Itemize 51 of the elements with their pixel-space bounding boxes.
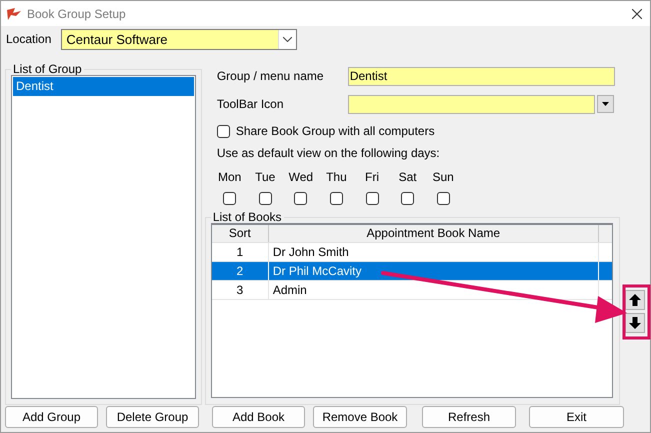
- arrow-up-icon: [629, 294, 642, 306]
- default-view-label: Use as default view on the following days:: [216, 146, 441, 162]
- app-logo-icon: [7, 8, 21, 20]
- day-label: Wed: [288, 170, 314, 184]
- day-checkbox[interactable]: [294, 192, 308, 205]
- day-checkbox[interactable]: [366, 192, 378, 205]
- action-button[interactable]: Remove Book: [313, 406, 407, 428]
- day-label: Fri: [365, 170, 379, 184]
- book-row[interactable]: 3 Admin: [212, 281, 612, 300]
- toolbar-icon-label: ToolBar Icon: [216, 97, 285, 111]
- sort-cell: 2: [212, 262, 269, 280]
- action-button[interactable]: Delete Group: [106, 406, 199, 428]
- day-checkbox[interactable]: [436, 192, 450, 205]
- day-checkbox[interactable]: [258, 192, 272, 205]
- group-list-title: List of Group: [12, 63, 83, 75]
- location-label: Location: [6, 32, 52, 46]
- book-row[interactable]: 1 Dr John Smith: [212, 243, 612, 262]
- day-label: Sat: [398, 170, 417, 184]
- day-checkbox[interactable]: [401, 192, 414, 205]
- window-title: Book Group Setup: [27, 6, 127, 20]
- move-down-button[interactable]: [625, 313, 646, 333]
- day-label: Sun: [432, 170, 454, 184]
- action-button[interactable]: Refresh: [422, 406, 516, 428]
- toolbar-icon-field[interactable]: [348, 94, 595, 114]
- day-label: Tue: [255, 170, 276, 184]
- highlight-frame: [622, 284, 650, 340]
- group-name-field[interactable]: Dentist: [348, 66, 615, 86]
- group-item[interactable]: Dentist: [13, 77, 194, 96]
- dropdown-button[interactable]: [596, 95, 614, 113]
- triangle-down-icon: [602, 102, 609, 106]
- close-icon[interactable]: [632, 8, 642, 18]
- share-label: Share Book Group with all computers: [236, 124, 435, 138]
- sort-cell: 1: [212, 243, 269, 261]
- share-checkbox[interactable]: [216, 124, 230, 138]
- day-checkbox[interactable]: [330, 192, 343, 205]
- location-dropdown[interactable]: Centaur Software: [61, 28, 298, 50]
- day-checkbox[interactable]: [223, 192, 236, 205]
- arrow-down-icon: [629, 317, 642, 329]
- sort-cell: 3: [212, 281, 269, 299]
- action-button[interactable]: Exit: [529, 406, 624, 428]
- action-button[interactable]: Add Group: [5, 406, 98, 428]
- action-button[interactable]: Add Book: [212, 406, 305, 428]
- books-list-title: List of Books: [212, 211, 283, 223]
- book-name-cell: Dr Phil McCavity: [268, 262, 599, 280]
- chevron-down-icon: [283, 36, 292, 42]
- book-name-cell: Dr John Smith: [268, 243, 599, 261]
- move-up-button[interactable]: [625, 290, 646, 310]
- book-row[interactable]: 2 Dr Phil McCavity: [212, 262, 612, 281]
- group-name-label: Group / menu name: [216, 69, 325, 83]
- day-label: Thu: [326, 170, 347, 184]
- day-label: Mon: [218, 170, 242, 184]
